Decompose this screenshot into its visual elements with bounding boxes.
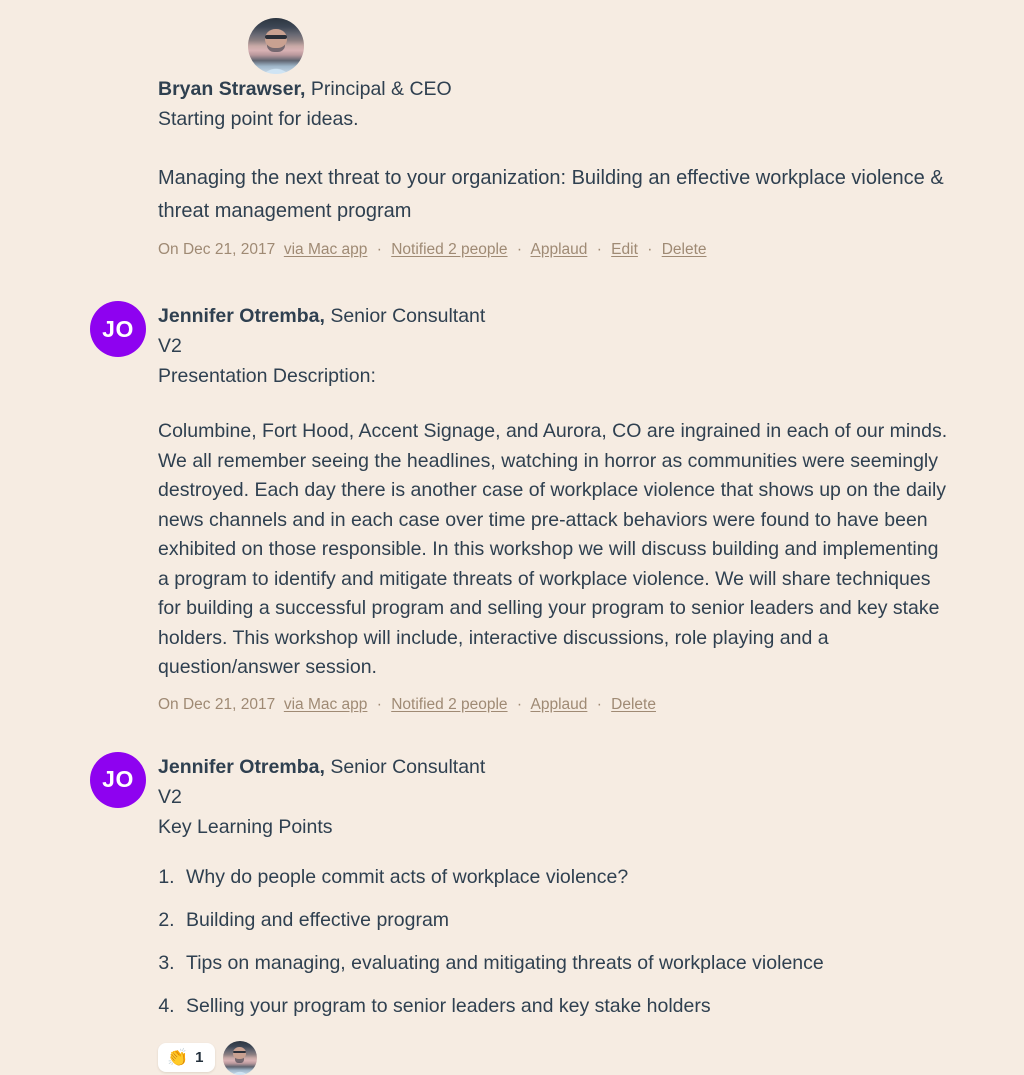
meta-delete-link[interactable]: Delete xyxy=(611,696,656,713)
reaction-chip-clap[interactable]: 👏 1 xyxy=(158,1043,215,1072)
post-subline: Starting point for ideas. xyxy=(158,108,359,130)
avatar[interactable]: JO xyxy=(90,751,146,808)
post-byline: Jennifer Otremba, Senior Consultant xyxy=(158,301,954,331)
avatar-initials: JO xyxy=(102,766,134,792)
meta-separator: · xyxy=(596,241,602,258)
meta-separator: · xyxy=(376,695,382,713)
list-item: Why do people commit acts of workplace v… xyxy=(180,864,954,890)
meta-via-link[interactable]: via Mac app xyxy=(284,241,368,258)
post-gap xyxy=(0,261,1024,301)
reaction-count: 1 xyxy=(195,1049,204,1066)
meta-notified-link[interactable]: Notified 2 people xyxy=(391,696,507,713)
key-learning-points-list: Why do people commit acts of workplace v… xyxy=(158,864,954,1019)
meta-separator: · xyxy=(516,241,523,258)
avatar[interactable] xyxy=(248,18,304,74)
author-name[interactable]: Jennifer Otremba, xyxy=(158,756,325,778)
post-bryan-strawser: Bryan Strawser, Principal & CEO Starting… xyxy=(0,18,1024,261)
post-byline: Jennifer Otremba, Senior Consultant xyxy=(158,752,954,782)
meta-notified-link[interactable]: Notified 2 people xyxy=(391,241,507,258)
list-item: Building and effective program xyxy=(180,907,954,933)
post-version: V2 xyxy=(158,335,182,357)
post-byline: Bryan Strawser, Principal & CEO xyxy=(158,74,954,104)
meta-applaud-link[interactable]: Applaud xyxy=(530,241,587,258)
meta-via-link[interactable]: via Mac app xyxy=(284,696,368,713)
post-jennifer-otremba-key-points: JO Jennifer Otremba, Senior Consultant V… xyxy=(0,751,1024,1075)
post-subline: Key Learning Points xyxy=(158,815,333,838)
author-role: Senior Consultant xyxy=(330,305,486,327)
author-role: Principal & CEO xyxy=(310,78,452,100)
list-item: Selling your program to senior leaders a… xyxy=(180,993,954,1019)
meta-separator: · xyxy=(376,241,382,258)
meta-applaud-link[interactable]: Applaud xyxy=(530,696,587,713)
meta-delete-link[interactable]: Delete xyxy=(662,241,707,258)
clap-icon: 👏 xyxy=(167,1048,189,1067)
author-name[interactable]: Jennifer Otremba, xyxy=(158,305,325,327)
author-name[interactable]: Bryan Strawser, xyxy=(158,78,305,100)
meta-separator: · xyxy=(596,695,602,713)
post-meta: On Dec 21, 2017 via Mac app · Notified 2… xyxy=(158,239,954,261)
avatar-initials: JO xyxy=(102,315,134,342)
list-item: Tips on managing, evaluating and mitigat… xyxy=(180,950,954,976)
post-version: V2 xyxy=(158,785,182,808)
reactions-bar: 👏 1 xyxy=(158,1040,954,1075)
post-meta: On Dec 21, 2017 via Mac app · Notified 2… xyxy=(158,694,954,716)
reactor-avatar[interactable] xyxy=(222,1040,257,1075)
meta-separator: · xyxy=(516,695,523,713)
meta-separator: · xyxy=(647,241,653,258)
post-gap xyxy=(0,716,1024,752)
post-title: Managing the next threat to your organiz… xyxy=(158,167,944,222)
meta-date: On Dec 21, 2017 xyxy=(158,241,276,258)
meta-date: On Dec 21, 2017 xyxy=(158,695,276,713)
post-body: Columbine, Fort Hood, Accent Signage, an… xyxy=(158,420,948,678)
message-thread: Bryan Strawser, Principal & CEO Starting… xyxy=(0,0,1024,1075)
post-jennifer-otremba-description: JO Jennifer Otremba, Senior Consultant V… xyxy=(0,301,1024,716)
author-role: Senior Consultant xyxy=(330,755,486,778)
avatar[interactable]: JO xyxy=(90,301,146,357)
post-subline: Presentation Description: xyxy=(158,365,376,387)
meta-edit-link[interactable]: Edit xyxy=(611,241,638,258)
